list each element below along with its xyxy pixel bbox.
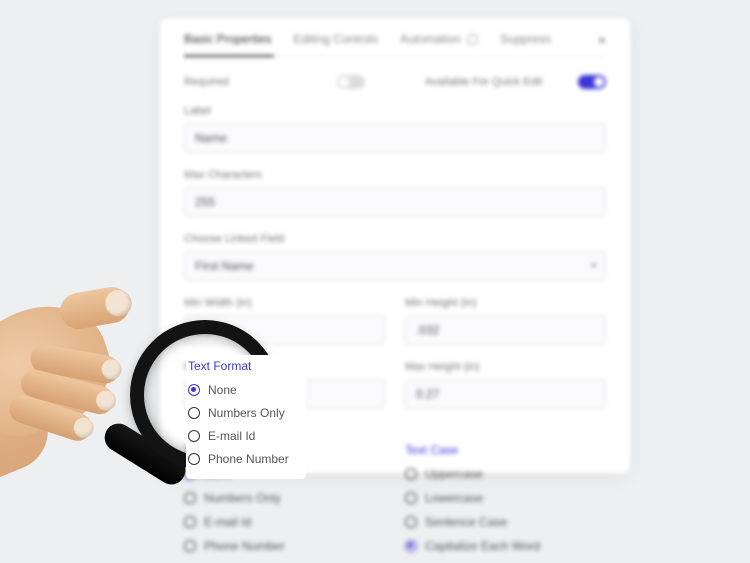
radio-label: E-mail Id <box>208 429 255 443</box>
label-field-label: Label <box>184 105 606 117</box>
tab-editing-controls[interactable]: Editing Controls <box>293 32 378 48</box>
radio-sentence-case[interactable]: Sentence Case <box>405 515 606 529</box>
text-format-group: Text Format None Numbers Only E-mail Id … <box>186 355 306 479</box>
toggle-row: Required Available For Quick Edit <box>184 75 606 89</box>
tab-suppress[interactable]: Suppress <box>500 32 551 48</box>
info-icon <box>467 34 478 45</box>
linked-field-select[interactable] <box>184 251 606 281</box>
radio-capitalize-each-word[interactable]: Capitalize Each Word <box>405 539 606 553</box>
linked-field-label: Choose Linked Field <box>184 233 606 245</box>
quick-edit-label: Available For Quick Edit <box>425 76 542 88</box>
text-format-heading: Text Format <box>188 359 302 373</box>
radio-text-format-numbers-only[interactable]: Numbers Only <box>188 406 302 420</box>
required-label: Required <box>184 76 229 88</box>
radio-text-format-email[interactable]: E-mail Id <box>188 429 302 443</box>
maxheight-input[interactable] <box>405 379 606 409</box>
chevron-down-icon: ▾ <box>591 261 596 272</box>
radio-icon <box>188 430 200 442</box>
radio-label: Numbers Only <box>208 406 285 420</box>
tab-underline <box>184 55 274 57</box>
required-toggle[interactable] <box>337 75 365 89</box>
radio-icon <box>188 384 200 396</box>
label-input[interactable] <box>184 123 606 153</box>
quick-edit-toggle[interactable] <box>578 75 606 89</box>
tab-basic-properties[interactable]: Basic Properties <box>184 32 271 48</box>
text-case-list: Uppercase Lowercase Sentence Case Capita… <box>405 467 606 553</box>
close-icon[interactable]: × <box>598 32 606 48</box>
minheight-input[interactable] <box>405 315 606 345</box>
tab-automation[interactable]: Automation <box>400 32 478 48</box>
minheight-label: Min Height (in) <box>405 297 606 309</box>
radio-label: None <box>208 383 237 397</box>
radio-text-format-none[interactable]: None <box>188 383 302 397</box>
radio-label: Phone Number <box>208 452 289 466</box>
tabs: Basic Properties Editing Controls Automa… <box>184 32 606 57</box>
tab-automation-label: Automation <box>400 32 461 46</box>
text-case-heading: Text Case <box>405 443 606 457</box>
maxchars-input[interactable] <box>184 187 606 217</box>
radio-text-format-phone[interactable]: Phone Number <box>188 452 302 466</box>
maxchars-label: Max Characters <box>184 169 606 181</box>
maxheight-label: Max Height (in) <box>405 361 606 373</box>
minwidth-label: Min Width (in) <box>184 297 385 309</box>
radio-icon <box>188 407 200 419</box>
radio-lowercase[interactable]: Lowercase <box>405 491 606 505</box>
radio-icon <box>188 453 200 465</box>
radio-uppercase[interactable]: Uppercase <box>405 467 606 481</box>
